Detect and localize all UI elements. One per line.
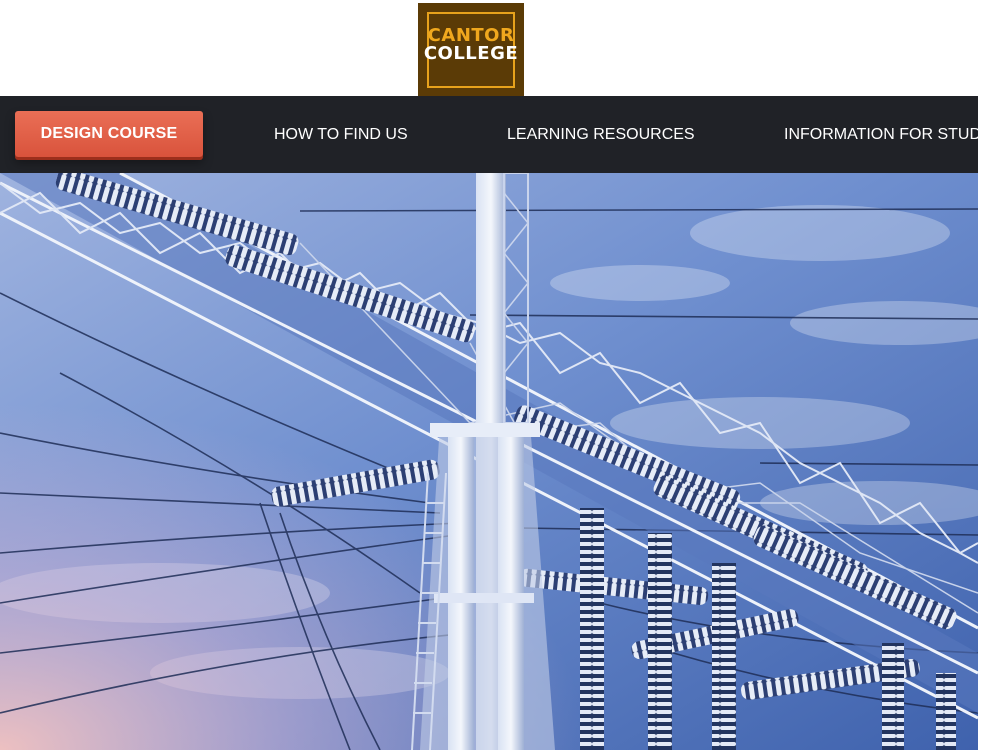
logo-wordmark: CANTOR COLLEGE (418, 27, 524, 63)
page: CANTOR COLLEGE DESIGN COURSE HOW TO FIND… (0, 0, 1000, 750)
page-margin (978, 0, 1000, 750)
nav-link-information-for-students[interactable]: INFORMATION FOR STUD (784, 96, 978, 173)
hero-image (0, 173, 978, 750)
nav-link-how-to-find-us[interactable]: HOW TO FIND US (274, 96, 408, 173)
nav-link-learning-resources[interactable]: LEARNING RESOURCES (507, 96, 695, 173)
main-navigation: DESIGN COURSE HOW TO FIND US LEARNING RE… (0, 96, 978, 173)
site-header: CANTOR COLLEGE (0, 0, 978, 96)
college-logo[interactable]: CANTOR COLLEGE (418, 3, 524, 96)
logo-line-2: COLLEGE (423, 43, 519, 64)
design-course-button[interactable]: DESIGN COURSE (15, 111, 203, 157)
hero-banner (0, 173, 978, 750)
